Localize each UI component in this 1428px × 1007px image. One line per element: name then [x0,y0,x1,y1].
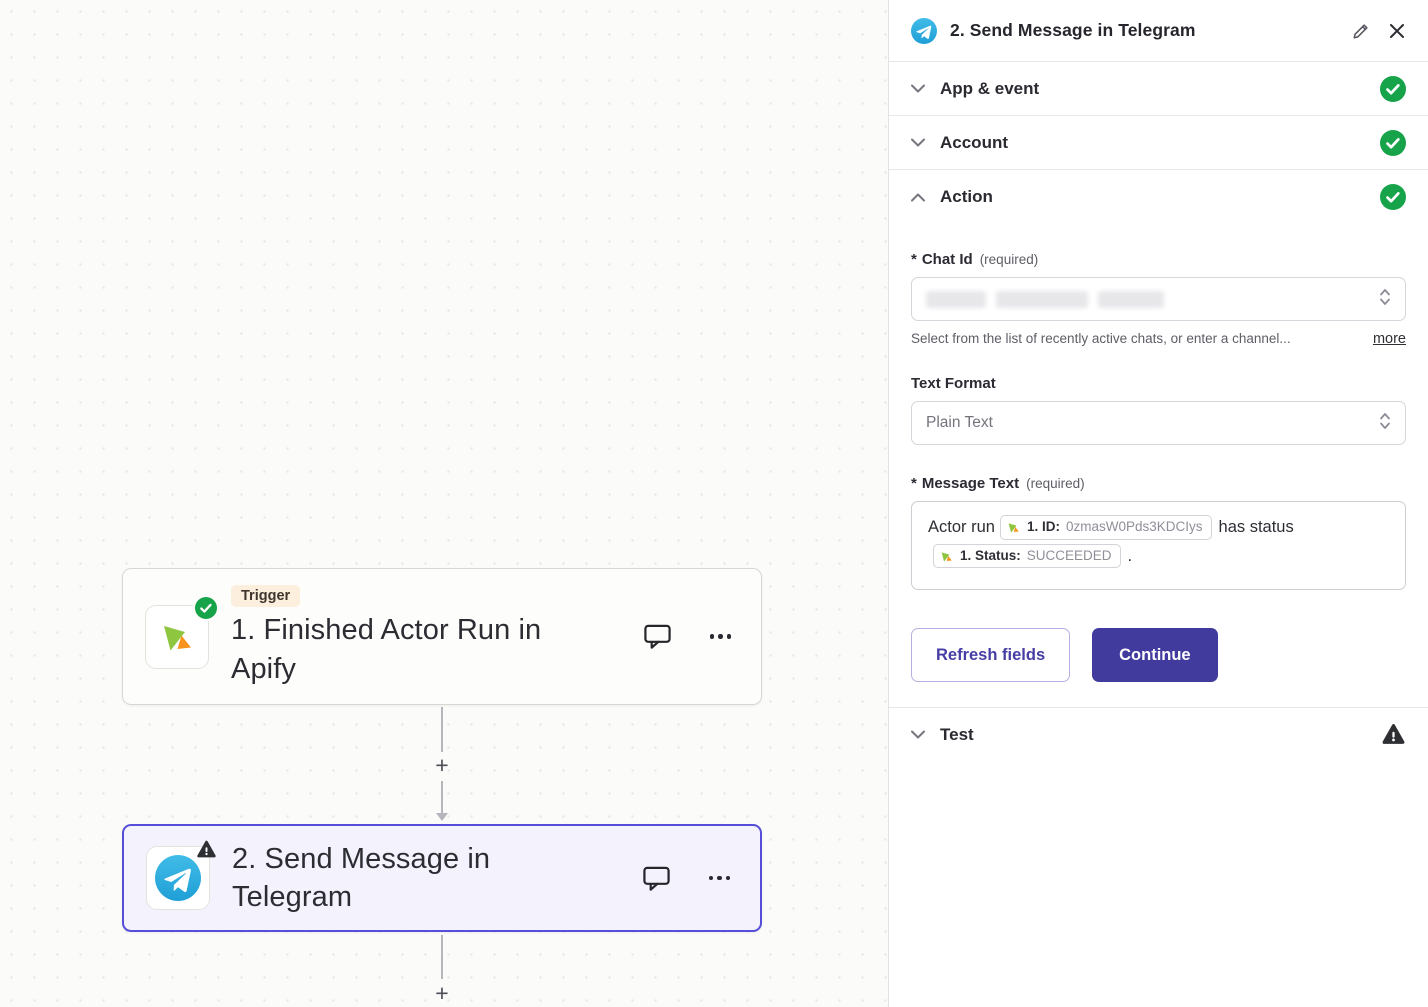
telegram-app-tile [146,846,210,910]
node-actions [643,623,740,650]
warning-status-icon [1381,722,1406,747]
message-text-segment: Actor run [928,518,995,536]
node-text: 2. Send Message in Telegram [232,840,642,917]
success-status-icon [1380,130,1406,156]
connector-line [441,707,443,752]
redacted-chat-value [926,291,1164,308]
action-node-telegram[interactable]: 2. Send Message in Telegram [122,824,762,932]
comment-icon [643,623,672,650]
telegram-icon [155,855,201,901]
text-format-label: Text Format [911,375,1406,392]
continue-button[interactable]: Continue [1092,628,1218,682]
apify-icon [1006,520,1021,535]
trigger-node-apify[interactable]: Trigger 1. Finished Actor Run in Apify [122,568,762,705]
connector-arrow [436,813,448,821]
connector-line [441,781,443,813]
select-stepper-icon [1379,411,1391,436]
workflow-canvas[interactable]: Trigger 1. Finished Actor Run in Apify + [0,0,888,1007]
close-panel-button[interactable] [1388,22,1406,40]
more-link[interactable]: more [1373,331,1406,347]
close-icon [1388,22,1406,40]
add-step-button[interactable]: + [428,751,456,779]
chevron-down-icon [911,138,927,147]
action-form: *Chat Id(required) Select from the list … [889,224,1428,682]
chevron-down-icon [911,730,927,739]
chat-id-label: *Chat Id(required) [911,251,1406,268]
step-config-panel: 2. Send Message in Telegram App & event [888,0,1428,1007]
message-text-segment: has status [1219,518,1294,536]
required-note: (required) [980,252,1039,267]
comment-icon [642,865,671,892]
success-status-icon [1380,184,1406,210]
section-label: Action [940,187,993,207]
chevron-down-icon [911,84,927,93]
edit-title-button[interactable] [1352,22,1370,40]
note-button[interactable] [643,623,672,650]
node-text: Trigger 1. Finished Actor Run in Apify [231,585,643,688]
success-status-icon [1380,76,1406,102]
panel-header: 2. Send Message in Telegram [889,0,1428,62]
note-button[interactable] [642,865,671,892]
apify-icon [939,549,954,564]
chat-id-helper-row: Select from the list of recently active … [911,331,1406,347]
section-app-event[interactable]: App & event [889,62,1428,116]
required-star: * [911,475,917,492]
required-star: * [911,251,917,268]
node-title: 1. Finished Actor Run in Apify [231,611,586,688]
add-step-button[interactable]: + [428,979,456,1007]
warning-badge [196,839,217,860]
form-buttons: Refresh fields Continue [911,628,1406,682]
more-options-button[interactable] [709,876,731,881]
refresh-fields-button[interactable]: Refresh fields [911,628,1070,682]
section-label: Test [940,725,974,745]
more-options-button[interactable] [710,634,732,639]
node-actions [642,865,739,892]
zapier-editor: Trigger 1. Finished Actor Run in Apify + [0,0,1428,1007]
telegram-icon [911,18,937,44]
section-action[interactable]: Action [889,170,1428,224]
text-format-value: Plain Text [926,414,993,432]
section-account[interactable]: Account [889,116,1428,170]
chat-id-helper: Select from the list of recently active … [911,331,1291,346]
pencil-icon [1352,22,1370,40]
connector-line [441,935,443,979]
panel-title: 2. Send Message in Telegram [950,20,1196,41]
ellipsis-icon [710,634,732,639]
message-text-segment: . [1128,547,1133,565]
success-badge [195,597,217,619]
field-token-run-id[interactable]: 1. ID:0zmasW0Pds3KDCIys [1000,515,1212,539]
apify-app-tile [145,605,209,669]
trigger-badge: Trigger [231,585,300,607]
chat-id-select[interactable] [911,277,1406,321]
section-test[interactable]: Test [889,707,1428,761]
select-stepper-icon [1379,287,1391,312]
required-note: (required) [1026,476,1085,491]
text-format-select[interactable]: Plain Text [911,401,1406,445]
chevron-up-icon [911,193,927,202]
field-token-run-status[interactable]: 1. Status:SUCCEEDED [933,544,1121,568]
message-text-label: *Message Text(required) [911,475,1406,492]
section-label: App & event [940,79,1039,99]
apify-icon [157,617,197,657]
section-label: Account [940,133,1008,153]
node-title: 2. Send Message in Telegram [232,840,537,917]
message-text-field[interactable]: Actor run 1. ID:0zmasW0Pds3KDCIys has stat… [911,501,1406,590]
ellipsis-icon [709,876,731,881]
